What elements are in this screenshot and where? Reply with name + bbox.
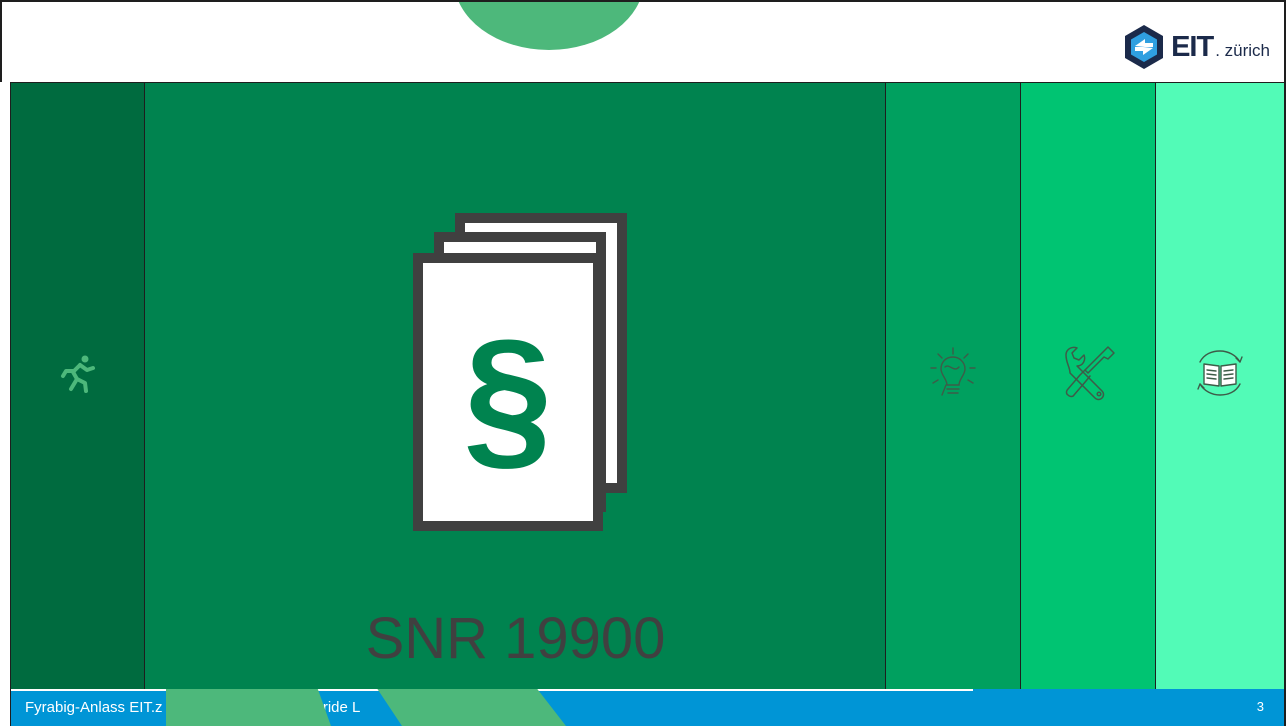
panel-tools[interactable] — [1021, 82, 1156, 689]
panel-exit[interactable] — [10, 82, 145, 689]
eit-zurich-logo: EIT . zürich — [1123, 24, 1270, 70]
footer-decor-shape — [377, 689, 566, 726]
panel-main-topic[interactable]: § SNR 19900 — [145, 82, 886, 689]
presentation-slide: EIT . zürich § SNR 19900 Fyrabig-Anlass … — [0, 0, 1286, 726]
logo-suffix-text: . zürich — [1215, 40, 1270, 60]
page-number: 3 — [1256, 699, 1264, 714]
page-title: SNR 19900 — [365, 606, 666, 671]
footer-text: Fyrabig-Anlass EIT.z — [25, 699, 163, 716]
paragraph-symbol: § — [464, 306, 553, 485]
wrench-screwdriver-icon — [1065, 346, 1115, 401]
decorative-circle — [454, 2, 644, 50]
footer-bar: Fyrabig-Anlass EIT.z ybride L 3 — [10, 689, 1286, 726]
running-person-icon — [60, 355, 95, 393]
logo-badge-icon — [1125, 25, 1164, 69]
panel-learn[interactable] — [1156, 82, 1286, 689]
law-document-stack-icon: § — [413, 213, 627, 531]
footer-text-left: Fyrabig-Anlass EIT.z — [25, 699, 163, 716]
open-book-cycle-icon — [1197, 350, 1243, 396]
header-bar: EIT . zürich — [0, 0, 1286, 82]
footer-decor-shape — [166, 689, 331, 726]
lightbulb-icon — [930, 347, 976, 396]
panel-idea[interactable] — [886, 82, 1021, 689]
logo-brand-text: EIT — [1171, 30, 1214, 63]
